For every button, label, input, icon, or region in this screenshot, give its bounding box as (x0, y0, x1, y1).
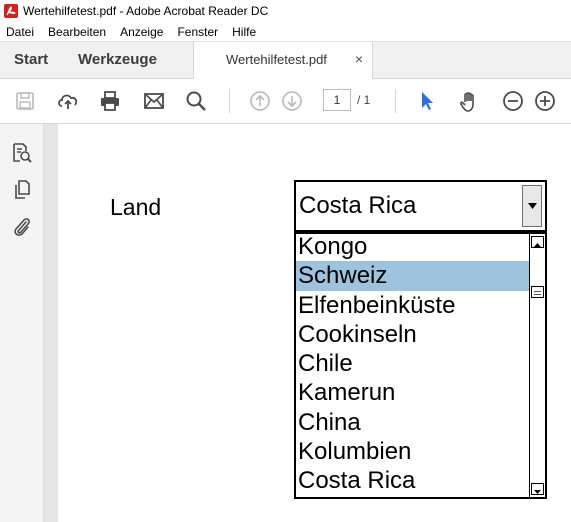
dropdown-option[interactable]: Cookinseln (296, 320, 530, 349)
zoom-out-icon[interactable] (502, 90, 524, 112)
page-number-input[interactable] (323, 89, 351, 111)
search-icon[interactable] (185, 90, 207, 112)
dropdown-option[interactable]: Kamerun (296, 378, 530, 407)
dropdown-option[interactable]: Elfenbeinküste (296, 291, 530, 320)
page-down-icon[interactable] (281, 90, 303, 112)
toolbar: / 1 (0, 79, 571, 124)
menu-anzeige[interactable]: Anzeige (113, 22, 170, 42)
pages-icon[interactable] (11, 179, 33, 201)
zoom-in-icon[interactable] (534, 90, 556, 112)
dropdown-option[interactable]: Kolumbien (296, 437, 530, 466)
toolbar-separator (395, 89, 396, 113)
dropdown-option[interactable]: China (296, 408, 530, 437)
menu-bar: Datei Bearbeiten Anzeige Fenster Hilfe (0, 22, 571, 42)
dropdown-options: Kongo Schweiz Elfenbeinküste Cookinseln … (296, 234, 530, 496)
scroll-up-arrow-icon[interactable] (531, 236, 544, 248)
chevron-down-icon (528, 203, 537, 209)
menu-hilfe[interactable]: Hilfe (225, 22, 263, 42)
tab-tools[interactable]: Werkzeuge (78, 42, 157, 78)
scrollbar-thumb[interactable] (531, 286, 544, 298)
acrobat-app-icon (4, 4, 18, 18)
mail-icon[interactable] (143, 90, 165, 112)
pdf-page: Land Costa Rica Kongo Schweiz Elfenbeink… (58, 124, 571, 522)
document-area: Land Costa Rica Kongo Schweiz Elfenbeink… (44, 124, 571, 522)
dropdown-option[interactable]: Costa Rica (296, 466, 530, 495)
scroll-down-arrow-icon[interactable] (531, 483, 544, 495)
menu-fenster[interactable]: Fenster (170, 22, 225, 42)
select-cursor-icon[interactable] (416, 90, 438, 112)
window-title: Wertehilfetest.pdf - Adobe Acrobat Reade… (23, 4, 269, 18)
document-tab-label: Wertehilfetest.pdf (226, 52, 327, 67)
dropdown-scrollbar[interactable] (529, 234, 545, 497)
tab-start[interactable]: Start (14, 42, 48, 78)
combobox-dropdown-button[interactable] (522, 185, 542, 227)
toolbar-separator (229, 89, 230, 113)
page-total: / 1 (357, 93, 371, 107)
print-icon[interactable] (99, 90, 121, 112)
page-up-icon[interactable] (249, 90, 271, 112)
dropdown-option[interactable]: Chile (296, 349, 530, 378)
land-combobox[interactable]: Costa Rica (294, 180, 547, 232)
combobox-value: Costa Rica (299, 192, 417, 219)
menu-bearbeiten[interactable]: Bearbeiten (41, 22, 113, 42)
land-field-label: Land (110, 194, 162, 220)
close-tab-icon[interactable]: × (352, 52, 366, 66)
dropdown-option[interactable]: Kongo (296, 234, 530, 261)
land-dropdown-list: Kongo Schweiz Elfenbeinküste Cookinseln … (294, 232, 547, 499)
tab-document[interactable]: Wertehilfetest.pdf × (193, 42, 373, 79)
upload-cloud-icon[interactable] (56, 90, 78, 112)
menu-datei[interactable]: Datei (0, 22, 41, 42)
dropdown-option-highlighted[interactable]: Schweiz (296, 261, 530, 291)
acrobat-window: Wertehilfetest.pdf - Adobe Acrobat Reade… (0, 0, 571, 522)
title-bar: Wertehilfetest.pdf - Adobe Acrobat Reade… (0, 0, 571, 22)
hand-icon[interactable] (458, 90, 480, 112)
left-navigation-rail (0, 124, 44, 522)
attachment-icon[interactable] (11, 216, 33, 238)
tab-bar: Start Werkzeuge Wertehilfetest.pdf × (0, 42, 571, 79)
export-pdf-icon[interactable] (11, 142, 33, 164)
save-icon[interactable] (14, 90, 36, 112)
